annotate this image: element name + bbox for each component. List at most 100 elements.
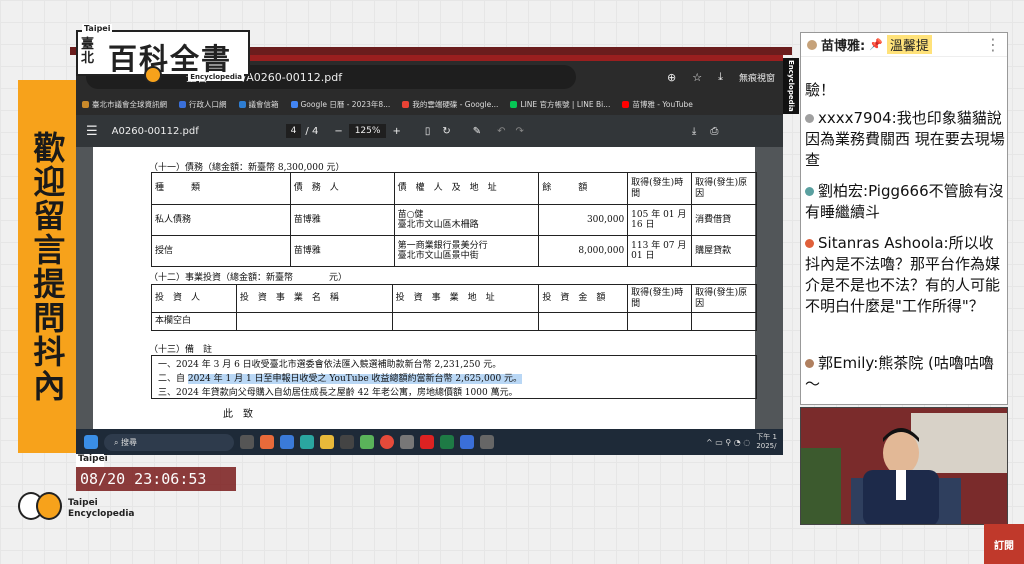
menu-icon[interactable]: ☰ xyxy=(86,124,98,139)
folder-icon[interactable] xyxy=(320,435,334,449)
page-total: / 4 xyxy=(305,125,319,137)
star-icon[interactable]: ☆ xyxy=(692,71,702,84)
pdf-filename: A0260-00112.pdf xyxy=(111,125,199,137)
avatar xyxy=(805,239,814,248)
bookmark-icon xyxy=(290,100,298,108)
annotate-icon[interactable]: ✎ xyxy=(473,126,481,137)
left-banner-text: 歡迎留言提問抖內 xyxy=(28,130,67,403)
bookmark-icon xyxy=(622,100,630,108)
bookmark-icon xyxy=(179,100,186,108)
table-header-cell: 投 資 事 業 名 稱 xyxy=(235,284,393,313)
avatar xyxy=(805,359,814,368)
chat-author: 郭Emily: xyxy=(818,354,879,372)
bookmark-item[interactable]: LINE 官方帳號 | LINE Bi... xyxy=(510,99,610,110)
subscribe-button[interactable]: 訂閱 xyxy=(984,524,1024,564)
pin-icon: 📌 xyxy=(869,38,883,51)
redo-icon[interactable]: ↷ xyxy=(516,126,524,137)
table-cell: 105 年 01 月 16 日 xyxy=(627,204,693,236)
edge-icon[interactable] xyxy=(300,435,314,449)
bookmark-item[interactable]: 議會信箱 xyxy=(238,99,279,110)
bookmark-icon xyxy=(82,100,89,108)
incognito-label[interactable]: 無痕視窗 xyxy=(739,71,775,84)
chat-message: 郭Emily:熊茶院 (咕嚕咕嚕～ xyxy=(805,354,994,393)
taskbar-clock[interactable]: 下午 1 2025/ xyxy=(756,433,783,451)
calculator-icon[interactable] xyxy=(480,435,494,449)
timestamp: 08/20 23:06:53 xyxy=(76,467,236,491)
bottom-logo-line1: Taipei xyxy=(68,498,98,508)
zoom-in-button[interactable]: + xyxy=(392,126,400,137)
timestamp-label: Taipei xyxy=(76,454,108,467)
pdf-toolbar: ☰ A0260-00112.pdf 4 / 4 − 125% + ▯ ↻ ✎ ↶… xyxy=(76,115,783,147)
print-icon[interactable]: ⎙ xyxy=(710,126,718,137)
logo-circle-icon xyxy=(144,66,162,84)
avatar xyxy=(805,114,814,123)
pdf-viewer[interactable]: （十一）債務（總金額：新臺幣 8,300,000 元） 種 類 債 務 人 債 … xyxy=(76,147,783,429)
bookmark-item[interactable]: 苗博雅 - YouTube xyxy=(622,99,693,110)
bottom-logo-line2: Encyclopedia xyxy=(68,508,135,519)
table-row: 私人債務 苗博雅 苗○健 臺北市文山區木柵路 300,000 105 年 01 … xyxy=(151,204,757,236)
bookmark-item[interactable]: 行政人口網 xyxy=(179,99,227,110)
windows-taskbar: ⌕ 搜尋 ^ ▭ ⚲ ◔ ◌ 下午 1 2025/ xyxy=(76,429,783,455)
table-header-cell: 取得(發生)時間 xyxy=(627,284,693,313)
vertical-encyclopedia-label: Encyclopedia xyxy=(783,58,799,114)
pinned-message: 苗博雅: 📌 溫馨提 ⋮ xyxy=(801,33,1007,57)
zoom-icon[interactable]: ⊕ xyxy=(667,71,676,84)
table-header-cell: 取得(發生)原因 xyxy=(691,284,757,313)
debt-table: 種 類 債 務 人 債 權 人 及 地 址 餘 額 取得(發生)時間 取得(發生… xyxy=(151,172,757,267)
timestamp-box: Taipei 08/20 23:06:53 xyxy=(76,454,236,492)
chat-author: Sitanras Ashoola: xyxy=(818,234,949,252)
closing-text: 此 致 xyxy=(223,409,253,420)
logo-taibei: 臺北 xyxy=(81,37,95,66)
note-line: 二、自 2024 年 1 月 1 日至申報日收受之 YouTube 收益總額約當… xyxy=(158,374,523,384)
page-number-input[interactable]: 4 xyxy=(285,124,302,138)
windows-start-icon[interactable] xyxy=(84,435,98,449)
zoom-level[interactable]: 125% xyxy=(348,124,387,138)
download-pdf-icon[interactable]: ⤓ xyxy=(692,126,696,137)
rotate-icon[interactable]: ↻ xyxy=(442,126,450,137)
media-icon[interactable] xyxy=(340,435,354,449)
browser-window: 全書EP105/A0260-00112.pdf ⊕ ☆ ⤓ 無痕視窗 臺北市議會… xyxy=(76,55,783,455)
bookmark-item[interactable]: 臺北市議會全球資訊網 xyxy=(82,99,167,110)
excel-icon[interactable] xyxy=(440,435,454,449)
left-banner: 歡迎留言提問抖內 xyxy=(18,80,76,453)
table-header-cell: 投 資 金 額 xyxy=(538,284,629,313)
presenter-video xyxy=(800,407,1008,525)
avatar xyxy=(805,187,814,196)
table-cell: 第一商業銀行景美分行 臺北市文山區景中街 xyxy=(393,235,540,267)
bookmark-item[interactable]: 我的雲端硬碟 - Google... xyxy=(402,99,498,110)
chrome-icon[interactable] xyxy=(380,435,394,449)
table-cell: 購屋貸款 xyxy=(691,235,757,267)
chat-message: 劉柏宏:Pigg666不管臉有沒有睡繼續斗 xyxy=(805,182,1004,221)
undo-icon[interactable]: ↶ xyxy=(497,126,505,137)
photos-icon[interactable] xyxy=(260,435,274,449)
table-cell: 8,000,000 xyxy=(538,235,629,267)
taskbar-search[interactable]: ⌕ 搜尋 xyxy=(104,433,234,451)
table-cell: 苗博雅 xyxy=(289,235,395,267)
pdf-page: （十一）債務（總金額：新臺幣 8,300,000 元） 種 類 債 務 人 債 … xyxy=(93,147,757,429)
bookmark-item[interactable]: Google 日曆 - 2023年8... xyxy=(290,99,390,110)
logo-title: 百科全書 xyxy=(108,42,233,76)
table-row: 本欄空白 xyxy=(151,312,757,331)
fit-page-icon[interactable]: ▯ xyxy=(425,126,431,137)
chat-message: xxxx7904:我也印象貓貓說因為業務費關西 現在要去現場查 xyxy=(805,109,1005,169)
more-icon[interactable]: ⋮ xyxy=(985,35,1007,54)
zoom-out-button[interactable]: − xyxy=(334,126,342,137)
app-icon[interactable] xyxy=(280,435,294,449)
live-chat-panel[interactable]: 苗博雅: 📌 溫馨提 ⋮ 驗！ xxxx7904:我也印象貓貓說因為業務費關西 … xyxy=(800,32,1008,405)
note-line: 一、2024 年 3 月 6 日收受臺北市選委會依法匯入競選補助款新台幣 2,2… xyxy=(158,360,502,370)
tray-icons[interactable]: ^ ▭ ⚲ ◔ ◌ xyxy=(706,438,750,447)
avatar xyxy=(807,39,817,50)
settings-icon[interactable] xyxy=(400,435,414,449)
table-header-cell: 債 務 人 xyxy=(289,172,395,205)
logo-taipei-label: Taipei xyxy=(82,24,113,33)
taipei-encyclopedia-logo: Taipei 臺北 百科全書 Encyclopedia xyxy=(76,24,250,84)
app-icon[interactable] xyxy=(460,435,474,449)
files-icon[interactable] xyxy=(240,435,254,449)
app-icon[interactable] xyxy=(360,435,374,449)
table-cell: 消費借貸 xyxy=(691,204,757,236)
table-header-cell: 投 資 事 業 地 址 xyxy=(391,284,540,313)
pinned-tag: 溫馨提 xyxy=(886,35,932,54)
download-icon[interactable]: ⤓ xyxy=(718,70,723,84)
table-header-cell: 取得(發生)原因 xyxy=(691,172,757,205)
acrobat-icon[interactable] xyxy=(420,435,434,449)
